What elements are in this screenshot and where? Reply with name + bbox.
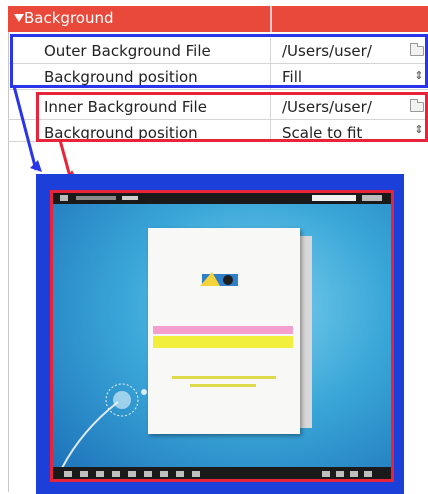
blue-arrow-head	[30, 160, 42, 172]
blue-arrow	[12, 85, 38, 171]
inner-background-preview-highlight	[50, 190, 394, 482]
